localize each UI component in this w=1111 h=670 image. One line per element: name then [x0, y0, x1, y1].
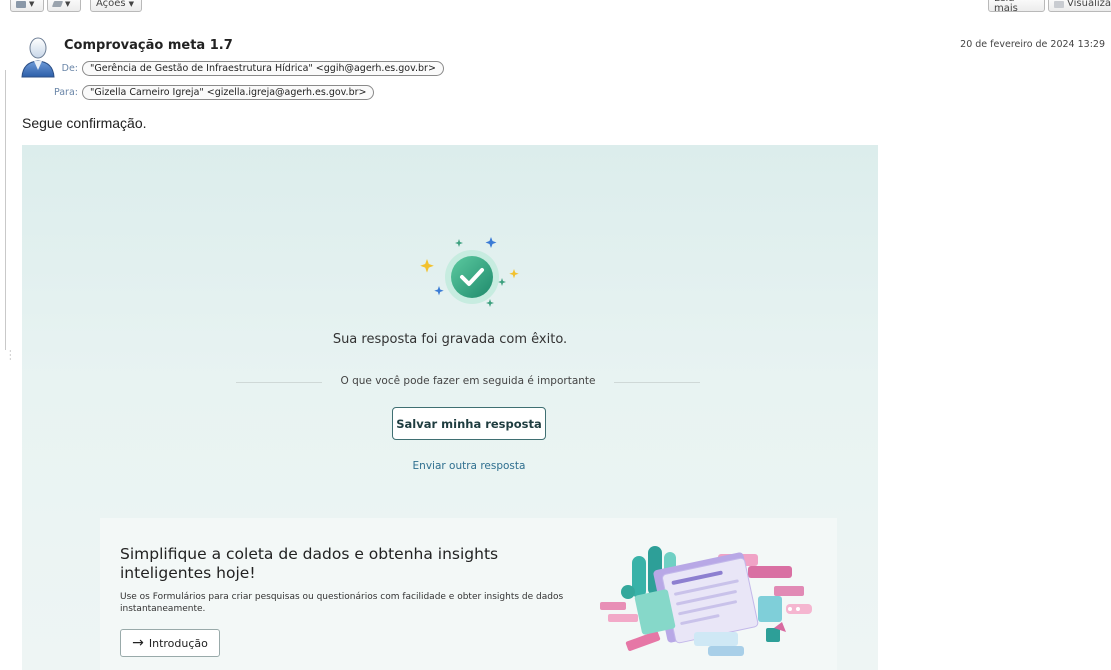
chevron-down-icon: ▼	[29, 0, 35, 8]
chevron-down-icon: ▼	[65, 0, 71, 8]
next-steps-divider: O que você pode fazer em seguida é impor…	[236, 375, 700, 389]
save-response-button[interactable]: Salvar minha resposta	[392, 407, 546, 440]
next-steps-heading: O que você pode fazer em seguida é impor…	[340, 375, 596, 387]
read-more-label: Leia mais	[994, 0, 1018, 14]
to-address-chip[interactable]: "Gizella Carneiro Igreja" <gizella.igrej…	[82, 85, 375, 100]
mail-toolbar: ▼ ▼ Ações▼ Leia mais Visualiza	[0, 0, 1111, 22]
promo-description: Use os Formulários para criar pesquisas …	[120, 592, 564, 614]
send-another-response-link[interactable]: Enviar outra resposta	[22, 460, 878, 472]
promo-title: Simplifique a coleta de dados e obtenha …	[120, 545, 499, 582]
actions-button[interactable]: Ações ▼	[90, 0, 142, 12]
divider-line-right	[614, 382, 700, 383]
from-address-chip[interactable]: "Gerência de Gestão de Infraestrutura Hí…	[82, 61, 444, 76]
forms-illustration	[598, 536, 820, 664]
tag-menu-button[interactable]: ▼	[47, 0, 81, 12]
view-button[interactable]: Visualiza	[1048, 0, 1111, 12]
email-subject: Comprovação meta 1.7	[64, 38, 233, 53]
tag-icon	[51, 1, 64, 7]
pane-splitter[interactable]	[0, 30, 8, 670]
mail-icon	[16, 0, 26, 8]
mail-menu-button[interactable]: ▼	[10, 0, 44, 12]
arrow-right-icon: →	[132, 635, 144, 651]
introduction-button[interactable]: → Introdução	[120, 629, 220, 657]
forms-confirmation-card: Sua resposta foi gravada com êxito. O qu…	[22, 145, 878, 670]
read-more-button[interactable]: Leia mais	[988, 0, 1045, 14]
actions-label: Ações	[96, 0, 126, 9]
view-label: Visualiza	[1067, 0, 1111, 9]
success-message: Sua resposta foi gravada com êxito.	[332, 332, 568, 347]
forms-promo-banner: Simplifique a coleta de dados e obtenha …	[100, 518, 837, 670]
email-body-text: Segue confirmação.	[22, 115, 147, 131]
view-icon	[1054, 0, 1064, 8]
from-row: De: "Gerência de Gestão de Infraestrutur…	[50, 61, 444, 76]
chevron-down-icon: ▼	[128, 0, 135, 8]
success-check-icon	[417, 237, 527, 317]
email-date: 20 de fevereiro de 2024 13:29	[960, 39, 1105, 50]
from-label: De:	[61, 63, 78, 74]
splitter-grip-icon[interactable]: · · ·	[9, 348, 12, 364]
scrollbar-track[interactable]	[5, 70, 6, 350]
to-label: Para:	[53, 87, 78, 98]
to-row: Para: "Gizella Carneiro Igreja" <gizella…	[50, 85, 375, 100]
introduction-button-label: Introdução	[148, 636, 208, 650]
